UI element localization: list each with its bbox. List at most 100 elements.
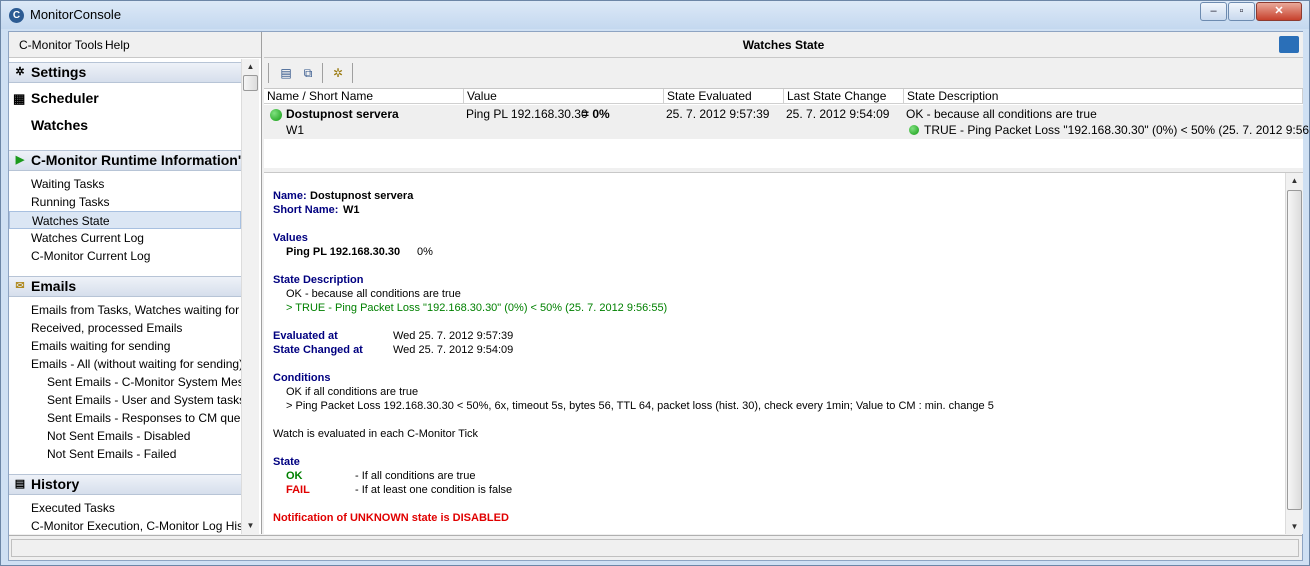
- client-area: C-Monitor Tools Help ✲ Settings ▦ Schedu…: [8, 31, 1310, 561]
- state-desc-line2: > TRUE - Ping Packet Loss "192.168.30.30…: [286, 302, 668, 314]
- menu-help[interactable]: Help: [105, 38, 130, 52]
- app-window: C MonitorConsole – ▫ ✕ C-Monitor Tools H…: [0, 0, 1310, 566]
- values-result: 0%: [417, 246, 433, 258]
- conditions-line2: > Ping Packet Loss 192.168.30.30 < 50%, …: [286, 400, 994, 412]
- values-item: Ping PL 192.168.30.30: [286, 246, 401, 258]
- settings-gear-icon[interactable]: ✲: [328, 63, 348, 83]
- section-runtime-label: C-Monitor Runtime Information': [31, 152, 241, 168]
- detail-short-value: W1: [343, 204, 360, 216]
- toolbar-separator: [322, 63, 323, 83]
- nav-sent-system[interactable]: Sent Emails - C-Monitor System Message: [9, 373, 241, 391]
- row-short-name: W1: [286, 123, 304, 137]
- envelope-icon: ✉: [15, 280, 25, 292]
- nav-running-tasks[interactable]: Running Tasks: [9, 193, 241, 211]
- scroll-thumb[interactable]: [243, 75, 258, 91]
- maximize-button[interactable]: ▫: [1228, 2, 1255, 21]
- conditions-line1: OK if all conditions are true: [286, 386, 419, 398]
- window-title: MonitorConsole: [30, 7, 122, 22]
- nav-received-emails[interactable]: Received, processed Emails: [9, 319, 241, 337]
- nav-watches-state[interactable]: Watches State: [9, 211, 241, 229]
- nav-scrollbar[interactable]: ▲ ▼: [241, 59, 259, 534]
- gear-icon: ✲: [15, 66, 25, 78]
- detail-name-label: Name:: [273, 190, 307, 202]
- nav-emails-waiting-send[interactable]: Emails from Tasks, Watches waiting for s…: [9, 301, 241, 319]
- values-heading: Values: [273, 232, 308, 244]
- section-runtime[interactable]: ▶ C-Monitor Runtime Information': [9, 150, 241, 171]
- col-header-evaluated[interactable]: State Evaluated: [664, 89, 784, 104]
- col-header-changed[interactable]: Last State Change: [784, 89, 904, 104]
- close-button[interactable]: ✕: [1256, 2, 1302, 21]
- conditions-heading: Conditions: [273, 372, 331, 384]
- state-fail-desc: - If at least one condition is false: [355, 484, 513, 496]
- scroll-up-arrow[interactable]: ▲: [242, 59, 259, 75]
- notification-warning: Notification of UNKNOWN state is DISABLE…: [273, 512, 509, 524]
- section-emails-label: Emails: [31, 278, 77, 294]
- toolbar: ▤ ⧉ ✲: [264, 59, 1303, 87]
- tick-note: Watch is evaluated in each C-Monitor Tic…: [273, 428, 479, 440]
- play-icon: ▶: [15, 154, 25, 166]
- nav-executed-tasks[interactable]: Executed Tasks: [9, 499, 241, 517]
- nav-emails-all[interactable]: Emails - All (without waiting for sendin…: [9, 355, 241, 373]
- section-history[interactable]: ▤ History: [9, 474, 241, 495]
- row-changed: 25. 7. 2012 9:54:09: [786, 107, 890, 121]
- detail-scroll-down-arrow[interactable]: ▼: [1286, 519, 1303, 534]
- row-description-sub: TRUE - Ping Packet Loss "192.168.30.30" …: [924, 123, 1310, 137]
- nav-scheduler[interactable]: ▦ Scheduler: [9, 90, 241, 106]
- nav-not-sent-disabled[interactable]: Not Sent Emails - Disabled: [9, 427, 241, 445]
- state-heading: State: [273, 456, 300, 468]
- detail-scroll-thumb[interactable]: [1287, 190, 1302, 510]
- col-header-name[interactable]: Name / Short Name: [264, 89, 464, 104]
- status-bar: [9, 535, 1302, 560]
- section-history-label: History: [31, 476, 80, 492]
- nav-emails-waiting[interactable]: Emails waiting for sending: [9, 337, 241, 355]
- condition-true-icon: [909, 125, 919, 135]
- state-ok-label: OK: [286, 470, 303, 482]
- evaluated-value: Wed 25. 7. 2012 9:57:39: [393, 330, 514, 342]
- nav-watches-current-log[interactable]: Watches Current Log: [9, 229, 241, 247]
- status-ok-icon: [270, 109, 282, 121]
- state-desc-line1: OK - because all conditions are true: [286, 288, 461, 300]
- nav-not-sent-failed[interactable]: Not Sent Emails - Failed: [9, 445, 241, 463]
- toolbar-separator: [268, 63, 269, 83]
- section-emails[interactable]: ✉ Emails: [9, 276, 241, 297]
- minimize-button[interactable]: –: [1200, 2, 1227, 21]
- nav-watches[interactable]: Watches: [9, 117, 241, 133]
- content-panel: Watches State ▤ ⧉ ✲ Name / Short Name Va…: [264, 32, 1310, 534]
- nav-execution-history[interactable]: C-Monitor Execution, C-Monitor Log Histo…: [9, 517, 241, 534]
- title-bar[interactable]: C MonitorConsole – ▫ ✕: [1, 1, 1309, 29]
- nav-scheduler-label: Scheduler: [31, 90, 99, 106]
- navigation-tree: ✲ Settings ▦ Scheduler Watches ▶ C-Monit…: [9, 59, 241, 534]
- col-header-description[interactable]: State Description: [904, 89, 1303, 104]
- changed-value: Wed 25. 7. 2012 9:54:09: [393, 344, 514, 356]
- state-ok-desc: - If all conditions are true: [355, 470, 476, 482]
- detail-scrollbar[interactable]: ▲ ▼: [1285, 173, 1303, 534]
- copy-icon[interactable]: ⧉: [298, 63, 318, 83]
- row-evaluated: 25. 7. 2012 9:57:39: [666, 107, 770, 121]
- toolbar-separator: [352, 63, 353, 83]
- brand-logo-icon: [1279, 36, 1299, 53]
- row-value: Ping PL 192.168.30.30: [466, 107, 588, 121]
- history-icon: ▤: [14, 478, 26, 490]
- state-fail-label: FAIL: [286, 484, 310, 496]
- evaluated-label: Evaluated at: [273, 330, 338, 342]
- changed-label: State Changed at: [273, 344, 363, 356]
- nav-sent-responses[interactable]: Sent Emails - Responses to CM queries: [9, 409, 241, 427]
- state-desc-heading: State Description: [273, 274, 364, 286]
- properties-icon[interactable]: ▤: [276, 63, 296, 83]
- nav-cmonitor-current-log[interactable]: C-Monitor Current Log: [9, 247, 241, 265]
- menu-bar: C-Monitor Tools Help: [9, 32, 261, 58]
- nav-waiting-tasks[interactable]: Waiting Tasks: [9, 175, 241, 193]
- col-header-value[interactable]: Value: [464, 89, 664, 104]
- app-icon: C: [9, 8, 24, 23]
- calendar-icon: ▦: [13, 91, 26, 106]
- detail-scroll-up-arrow[interactable]: ▲: [1286, 173, 1303, 189]
- navigation-panel: C-Monitor Tools Help ✲ Settings ▦ Schedu…: [9, 32, 262, 534]
- row-name: Dostupnost servera: [286, 107, 399, 121]
- nav-sent-user[interactable]: Sent Emails - User and System tasks Res: [9, 391, 241, 409]
- row-value-result: = 0%: [582, 107, 610, 121]
- section-settings[interactable]: ✲ Settings: [9, 62, 241, 83]
- menu-c-monitor-tools[interactable]: C-Monitor Tools: [19, 38, 103, 52]
- watches-grid: Name / Short Name Value State Evaluated …: [264, 88, 1310, 225]
- scroll-down-arrow[interactable]: ▼: [242, 518, 259, 534]
- section-settings-label: Settings: [31, 64, 87, 80]
